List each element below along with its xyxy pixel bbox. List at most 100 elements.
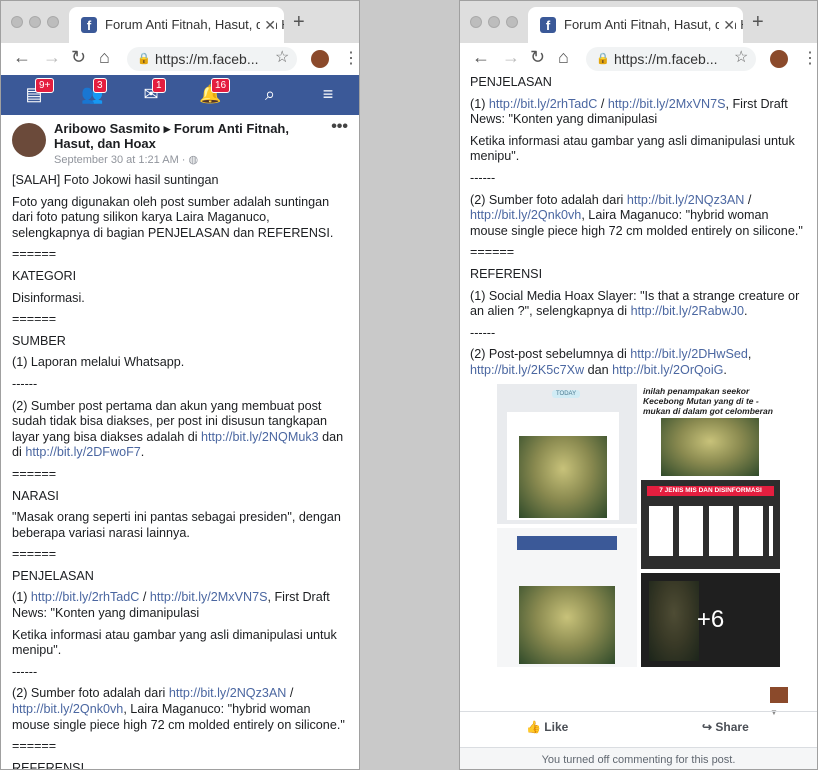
link-referensi-2a[interactable]: http://bit.ly/2DHwSed (630, 347, 748, 361)
zoom-window-button[interactable] (506, 16, 518, 28)
notifications-bell-icon[interactable]: 🔔 16 (199, 78, 231, 105)
referensi-1: (1) Social Media Hoax Slayer: "Is that a… (470, 288, 800, 319)
link-penjelasan-2a[interactable]: http://bit.ly/2NQz3AN (169, 686, 287, 700)
post-timestamp[interactable]: September 30 at 1:21 AM · ◍ (54, 153, 198, 169)
referensi-2: (2) Post-post sebelumnya di http://bit.l… (470, 347, 752, 377)
post-text-lines: [SALAH] Foto Jokowi hasil suntingan Foto … (12, 173, 348, 393)
reload-icon[interactable]: ↻ (71, 47, 86, 68)
bookmark-star-icon[interactable]: ☆ (734, 47, 748, 67)
hamburger-menu-icon[interactable]: ≡ (317, 83, 339, 105)
link-penjelasan-1a[interactable]: http://bit.ly/2rhTadC (31, 590, 140, 604)
separator: ====== (470, 245, 515, 260)
reload-icon[interactable]: ↻ (530, 47, 545, 68)
link-sumber-1[interactable]: http://bit.ly/2NQMuk3 (201, 430, 319, 444)
photo-meme-caption[interactable]: inilah penampakan seekor Kecebong Mutan … (641, 384, 780, 476)
post-options-icon[interactable]: ••• (331, 119, 348, 135)
tab-close-icon[interactable]: ✕ (260, 7, 276, 43)
penjelasan-title: PENJELASAN (470, 75, 552, 89)
like-button[interactable]: 👍 Like (526, 720, 568, 734)
home-icon[interactable]: ⌂ (558, 47, 569, 68)
author-line[interactable]: Aribowo Sasmito ▸ Forum Anti Fitnah, Has… (54, 121, 324, 151)
badge-notifications: 16 (211, 78, 231, 93)
tab-title: Forum Anti Fitnah, Hasut, dan Hoax (564, 17, 743, 32)
photo-more[interactable]: +6 (641, 573, 780, 667)
url-field[interactable]: 🔒 https://m.faceb... (127, 47, 297, 71)
browser-menu-icon[interactable]: ⋮ (802, 48, 817, 68)
bookmark-star-icon[interactable]: ☆ (275, 47, 289, 67)
browser-tab[interactable]: f Forum Anti Fitnah, Hasut, dan Hoax ✕ (69, 7, 284, 43)
photo-facebook-screenshot[interactable] (497, 528, 637, 667)
back-arrow-icon[interactable]: ← (472, 47, 490, 68)
more-photos-count: +6 (641, 573, 780, 667)
forward-arrow-icon[interactable]: → (502, 47, 520, 68)
photo-grid: TODAY inilah penampakan seekor Kecebong … (497, 384, 780, 667)
browser-tab[interactable]: f Forum Anti Fitnah, Hasut, dan Hoax ✕ (528, 7, 743, 43)
link-penjelasan-1b[interactable]: http://bit.ly/2MxVN7S (608, 97, 726, 111)
share-label: Share (715, 720, 749, 734)
photo-infographic[interactable]: 7 JENIS MIS DAN DISINFORMASI (641, 480, 780, 569)
post-line: KATEGORI (12, 268, 77, 283)
new-tab-icon[interactable]: + (752, 11, 764, 34)
friend-requests-icon[interactable]: 👥 3 (81, 78, 107, 105)
viewer-reaction-selector[interactable]: ▼ (770, 687, 800, 717)
link-referensi-2b[interactable]: http://bit.ly/2K5c7Xw (470, 363, 584, 377)
separator: ------ (470, 325, 496, 340)
new-tab-icon[interactable]: + (293, 11, 305, 34)
url-field[interactable]: 🔒 https://m.faceb... (586, 47, 756, 71)
meme-caption: inilah penampakan seekor Kecebong Mutan … (643, 386, 773, 416)
post-line: ====== (12, 247, 57, 262)
penjelasan-title: PENJELASAN (12, 568, 94, 583)
link-penjelasan-1a[interactable]: http://bit.ly/2rhTadC (489, 97, 598, 111)
penjelasan-2: (2) Sumber foto adalah dari http://bit.l… (12, 686, 345, 732)
statue-photo (519, 586, 615, 664)
browser-window-right: f Forum Anti Fitnah, Hasut, dan Hoax ✕ +… (459, 0, 818, 770)
home-icon[interactable]: ⌂ (99, 47, 110, 68)
link-referensi-2c[interactable]: http://bit.ly/2OrQoiG (612, 363, 723, 377)
link-referensi-1[interactable]: http://bit.ly/2RabwJ0 (631, 304, 744, 318)
separator: ------ (470, 170, 496, 185)
timestamp-text: September 30 at 1:21 AM · (54, 154, 189, 166)
penjelasan-1-line2: Ketika informasi atau gambar yang asli d… (470, 133, 795, 164)
commenting-off-notice: You turned off commenting for this post. (460, 747, 817, 769)
profile-avatar-icon[interactable] (770, 50, 788, 68)
facebook-nav-bar: ▤ 9+ 👥 3 ✉ 1 🔔 16 ⌕ ≡ (1, 75, 359, 115)
separator: ====== (12, 739, 57, 754)
address-bar-row: ← → ↻ ⌂ 🔒 https://m.faceb... ☆ ⋮ (1, 43, 359, 73)
link-sumber-2[interactable]: http://bit.ly/2DFwoF7 (25, 445, 140, 459)
browser-menu-icon[interactable]: ⋮ (343, 48, 359, 68)
forward-arrow-icon[interactable]: → (43, 47, 61, 68)
link-penjelasan-2b[interactable]: http://bit.ly/2Qnk0vh (12, 702, 123, 716)
referensi-title: REFERENSI (12, 760, 85, 770)
tab-bar: f Forum Anti Fitnah, Hasut, dan Hoax ✕ + (460, 1, 817, 43)
narasi-text: "Masak orang seperti ini pantas sebagai … (12, 510, 341, 540)
badge-friends: 3 (93, 78, 107, 93)
author-avatar[interactable] (12, 123, 46, 157)
news-feed-icon[interactable]: ▤ 9+ (23, 78, 55, 105)
viewer-avatar (770, 687, 788, 703)
post-line: Disinformasi. (12, 290, 85, 305)
minimize-window-button[interactable] (488, 16, 500, 28)
infographic-title: 7 JENIS MIS DAN DISINFORMASI (647, 486, 774, 496)
penjelasan-1-line2: Ketika informasi atau gambar yang asli d… (12, 627, 337, 658)
close-window-button[interactable] (11, 16, 23, 28)
post-line: [SALAH] Foto Jokowi hasil suntingan (12, 173, 219, 187)
like-label: Like (544, 720, 569, 734)
back-arrow-icon[interactable]: ← (13, 47, 31, 68)
close-window-button[interactable] (470, 16, 482, 28)
post-header: Aribowo Sasmito ▸ Forum Anti Fitnah, Has… (12, 115, 348, 173)
lock-icon: 🔒 (596, 53, 610, 65)
minimize-window-button[interactable] (29, 16, 41, 28)
post-line: ====== (12, 312, 57, 327)
profile-avatar-icon[interactable] (311, 50, 329, 68)
zoom-window-button[interactable] (47, 16, 59, 28)
tab-close-icon[interactable]: ✕ (719, 7, 735, 43)
photo-whatsapp-screenshot[interactable]: TODAY (497, 384, 637, 524)
share-button[interactable]: ↪ Share (702, 720, 749, 734)
separator: ====== (12, 547, 57, 562)
messenger-icon[interactable]: ✉ 1 (140, 78, 166, 105)
link-penjelasan-1b[interactable]: http://bit.ly/2MxVN7S (150, 590, 268, 604)
link-penjelasan-2b[interactable]: http://bit.ly/2Qnk0vh (470, 208, 581, 222)
search-icon[interactable]: ⌕ (259, 83, 281, 105)
post-line: Foto yang digunakan oleh post sumber ada… (12, 194, 334, 240)
link-penjelasan-2a[interactable]: http://bit.ly/2NQz3AN (627, 193, 745, 207)
